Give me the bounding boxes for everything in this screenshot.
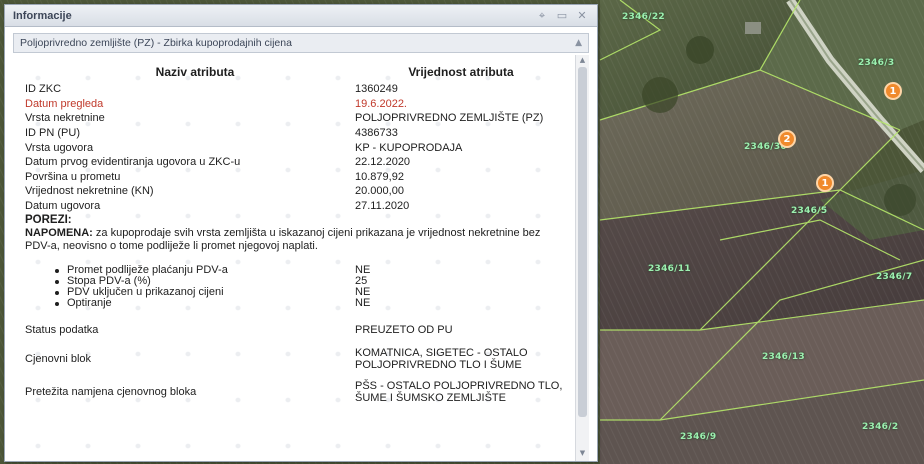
table-row: Status podatka PREUZETO OD PU bbox=[25, 323, 567, 336]
tax-item-value: 25 bbox=[355, 274, 368, 287]
map-marker[interactable]: 2 bbox=[778, 130, 796, 148]
row-value: PREUZETO OD PU bbox=[355, 323, 453, 336]
table-row: Datum prvog evidentiranja ugovora u ZKC-… bbox=[25, 155, 567, 168]
list-item: Stopa PDV-a (%) 25 bbox=[25, 274, 567, 287]
taxes-heading: POREZI: bbox=[25, 213, 72, 226]
row-value: KOMATNICA, SIGETEC - OSTALO POLJOPRIVRED… bbox=[355, 346, 528, 371]
row-value: 20.000,00 bbox=[355, 185, 404, 197]
table-row: Pretežita namjena cjenovnog bloka PŠS - … bbox=[25, 379, 567, 404]
parcel-label: 2346/7 bbox=[876, 272, 913, 282]
list-item: PDV uključen u prikazanoj cijeni NE bbox=[25, 285, 567, 298]
info-panel: Informacije ⌖ ▭ ✕ Poljoprivredno zemljiš… bbox=[4, 4, 598, 462]
tax-item-label: PDV uključen u prikazanoj cijeni bbox=[25, 286, 355, 298]
row-value: 19.6.2022. bbox=[355, 97, 407, 110]
tax-list: Promet podliježe plaćanju PDV-a NE Stopa… bbox=[25, 263, 567, 309]
table-row: ID PN (PU) 4386733 bbox=[25, 126, 567, 139]
tax-item-value: NE bbox=[355, 296, 371, 309]
parcel-label: 2346/22 bbox=[622, 12, 665, 22]
tax-note: NAPOMENA: za kupoprodaje svih vrsta zeml… bbox=[25, 227, 567, 253]
row-value: KP - KUPOPRODAJA bbox=[355, 141, 463, 154]
row-value: 22.12.2020 bbox=[355, 156, 411, 168]
scroll-down-icon[interactable]: ▼ bbox=[576, 448, 589, 459]
restore-icon[interactable]: ▭ bbox=[555, 9, 569, 23]
layer-title: Poljoprivredno zemljište (PZ) - Zbirka k… bbox=[20, 37, 292, 49]
row-label: Datum ugovora bbox=[25, 199, 101, 212]
row-label: Pretežita namjena cjenovnog bloka bbox=[25, 385, 197, 398]
table-row: Cjenovni blok KOMATNICA, SIGETEC - OSTAL… bbox=[25, 346, 567, 371]
row-label: Datum pregleda bbox=[25, 97, 104, 110]
tax-item-label: Stopa PDV-a (%) bbox=[25, 275, 355, 287]
parcel-label: 2346/11 bbox=[648, 264, 691, 274]
row-value: 27.11.2020 bbox=[355, 199, 410, 212]
row-label: ID PN (PU) bbox=[25, 127, 80, 139]
row-label: Vrsta ugovora bbox=[25, 141, 94, 154]
row-label: ID ZKC bbox=[25, 83, 62, 95]
panel-title: Informacije bbox=[13, 9, 72, 22]
map-marker[interactable]: 1 bbox=[884, 82, 902, 100]
row-label: Cjenovni blok bbox=[25, 352, 92, 365]
header-attribute-value: Vrijednost atributa bbox=[408, 65, 514, 79]
tax-item-value: NE bbox=[355, 285, 371, 298]
row-value: 10.879,92 bbox=[355, 170, 404, 183]
attribute-scroll-area[interactable]: Naziv atributa Vrijednost atributa ID ZK… bbox=[13, 55, 589, 461]
row-label: Datum prvog evidentiranja ugovora u ZKC-… bbox=[25, 156, 241, 168]
row-label: Status podatka bbox=[25, 323, 99, 336]
header-attribute-name: Naziv atributa bbox=[155, 65, 235, 79]
row-label: Površina u prometu bbox=[25, 170, 121, 183]
tax-item-value: NE bbox=[355, 263, 371, 276]
parcel-label: 2346/13 bbox=[762, 352, 805, 362]
scroll-up-icon[interactable]: ▲ bbox=[576, 55, 589, 66]
attribute-table: Naziv atributa Vrijednost atributa ID ZK… bbox=[13, 55, 573, 461]
parcel-label: 2346/9 bbox=[680, 432, 717, 442]
table-row: Vrsta nekretnine POLJOPRIVREDNO ZEMLJIŠT… bbox=[25, 111, 567, 124]
row-value: 1360249 bbox=[355, 83, 398, 95]
parcel-label: 2346/3 bbox=[858, 58, 895, 68]
list-item: Promet podliježe plaćanju PDV-a NE bbox=[25, 263, 567, 276]
row-value: 4386733 bbox=[355, 127, 398, 139]
table-row: ID ZKC 1360249 bbox=[25, 82, 567, 95]
tax-note-text: za kupoprodaje svih vrsta zemljišta u is… bbox=[25, 226, 541, 252]
table-row: Površina u prometu 10.879,92 bbox=[25, 170, 567, 183]
table-header: Naziv atributa Vrijednost atributa bbox=[25, 65, 567, 79]
table-row: Vrijednost nekretnine (KN) 20.000,00 bbox=[25, 184, 567, 197]
pin-icon[interactable]: ⌖ bbox=[535, 9, 549, 23]
row-value: POLJOPRIVREDNO ZEMLJIŠTE (PZ) bbox=[355, 112, 544, 124]
row-label: Vrijednost nekretnine (KN) bbox=[25, 185, 154, 197]
layer-section-header[interactable]: Poljoprivredno zemljište (PZ) - Zbirka k… bbox=[13, 33, 589, 53]
close-icon[interactable]: ✕ bbox=[575, 9, 589, 23]
vertical-scrollbar[interactable]: ▲ ▼ bbox=[575, 55, 589, 461]
collapse-icon[interactable]: ▲ bbox=[575, 38, 582, 48]
parcel-label: 2346/5 bbox=[791, 206, 828, 216]
tax-item-label: Optiranje bbox=[25, 297, 355, 309]
table-row: Vrsta ugovora KP - KUPOPRODAJA bbox=[25, 141, 567, 154]
row-label: Vrsta nekretnine bbox=[25, 112, 105, 124]
panel-header[interactable]: Informacije ⌖ ▭ ✕ bbox=[5, 5, 597, 27]
scroll-thumb[interactable] bbox=[578, 67, 587, 417]
table-row: Datum ugovora 27.11.2020 bbox=[25, 199, 567, 212]
tax-item-label: Promet podliježe plaćanju PDV-a bbox=[25, 264, 355, 276]
tax-note-label: NAPOMENA: bbox=[25, 226, 93, 239]
table-row: Datum pregleda 19.6.2022. bbox=[25, 97, 567, 110]
map-marker[interactable]: 1 bbox=[816, 174, 834, 192]
row-value: PŠS - OSTALO POLJOPRIVREDNO TLO, ŠUME I … bbox=[355, 379, 563, 404]
parcel-label: 2346/2 bbox=[862, 422, 899, 432]
list-item: Optiranje NE bbox=[25, 296, 567, 309]
